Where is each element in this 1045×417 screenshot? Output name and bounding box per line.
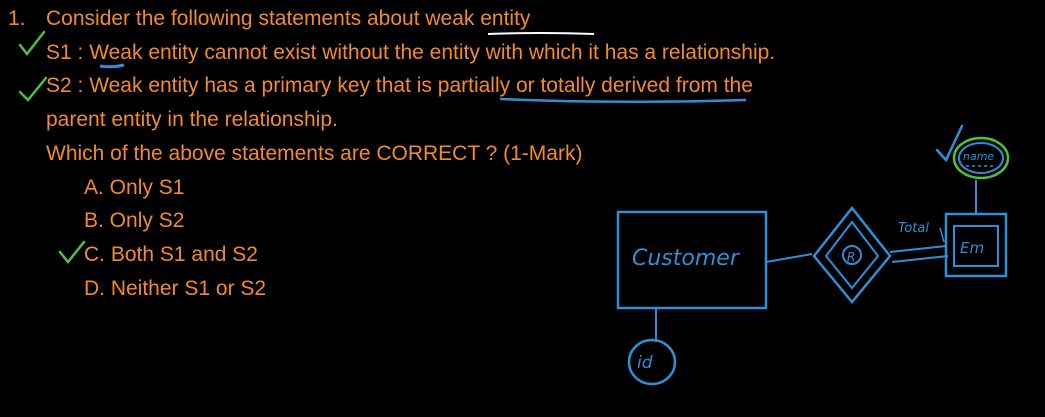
underline-weak <box>99 63 125 69</box>
check-option-c-icon <box>58 240 86 265</box>
whiteboard-canvas: 1. Consider the following statements abo… <box>0 0 1045 417</box>
link-customer-relationship <box>765 253 813 263</box>
relationship-label: R <box>847 250 855 264</box>
ink-annotations: Customer R Total Em name id <box>18 30 1010 386</box>
name-attribute-label: name <box>963 150 994 163</box>
underline-partially-derived <box>499 97 747 104</box>
check-name-icon <box>935 124 964 163</box>
customer-entity-label: Customer <box>632 246 741 271</box>
check-s1-icon <box>18 30 46 57</box>
underline-weak-entity <box>487 32 595 35</box>
check-s2-icon <box>18 76 48 102</box>
weak-entity-label: Em <box>960 239 984 257</box>
total-participation-line-1 <box>889 245 947 253</box>
id-attribute-label: id <box>637 353 653 373</box>
total-participation-line-2 <box>891 255 949 263</box>
total-label: Total <box>898 221 929 236</box>
total-pointer <box>939 227 945 243</box>
